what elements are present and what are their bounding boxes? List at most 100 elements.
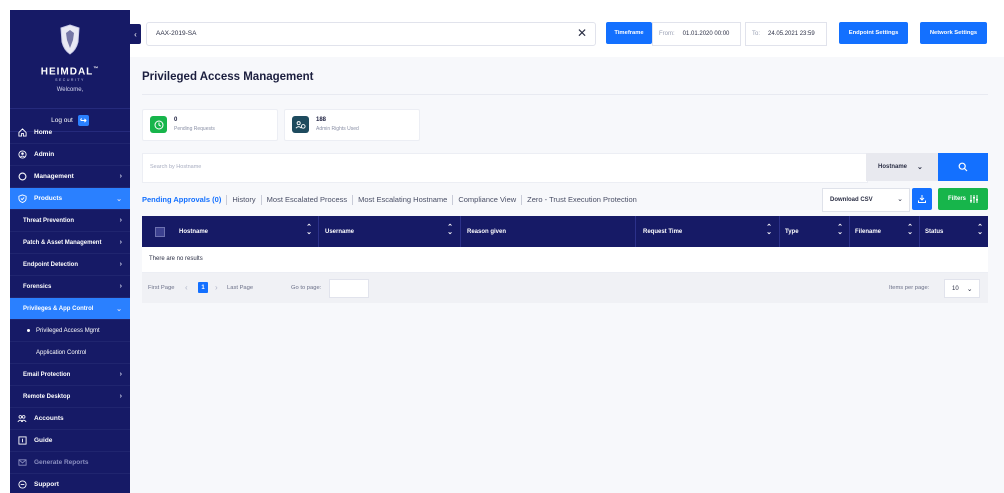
- stat-card-admin-rights: 188 Admin Rights Used: [284, 109, 420, 141]
- to-date-field[interactable]: To: 24.05.2021 23:59: [745, 22, 827, 46]
- divider: [919, 216, 920, 247]
- divider: [142, 94, 988, 95]
- search-icon: [958, 162, 968, 172]
- sidebar-item-home[interactable]: Home: [10, 122, 130, 144]
- column-request-time[interactable]: Request Time ⌃ ⌄: [643, 216, 776, 247]
- sidebar-item-accounts[interactable]: Accounts: [10, 408, 130, 430]
- column-reason[interactable]: Reason given: [467, 216, 632, 247]
- column-type[interactable]: Type ⌃ ⌄: [785, 216, 847, 247]
- chevron-right-icon: ›: [119, 173, 122, 180]
- filters-label: Filters: [947, 196, 966, 202]
- tab-most-escalating-hostname[interactable]: Most Escalating Hostname: [353, 195, 454, 205]
- tab-pending-approvals[interactable]: Pending Approvals (0): [142, 195, 228, 205]
- tab-compliance-view[interactable]: Compliance View: [453, 195, 523, 205]
- sidebar-item-privileged-access-mgmt[interactable]: Privileged Access Mgmt: [10, 320, 130, 342]
- tab-history[interactable]: History: [227, 195, 262, 205]
- sidebar-item-label: Generate Reports: [34, 459, 89, 466]
- column-status[interactable]: Status ⌃ ⌄: [925, 216, 987, 247]
- search-field-value: Hostname: [878, 164, 908, 170]
- sidebar-item-admin[interactable]: Admin: [10, 144, 130, 166]
- accounts-icon: [17, 414, 27, 424]
- items-per-page-select[interactable]: 10 ⌄: [944, 279, 980, 298]
- chevron-right-icon[interactable]: ›: [215, 283, 218, 292]
- sidebar-collapse-button[interactable]: ‹: [130, 24, 141, 44]
- column-filename[interactable]: Filename ⌃ ⌄: [855, 216, 917, 247]
- heimdal-logo-icon: [60, 24, 80, 55]
- hostname-value: AAX-2019-SA: [156, 30, 197, 37]
- brand-name: HEIMDAL™: [40, 66, 100, 78]
- goto-page-input[interactable]: [329, 279, 369, 298]
- first-page-link[interactable]: First Page: [148, 285, 174, 291]
- network-settings-button[interactable]: Network Settings: [920, 22, 987, 44]
- sidebar-item-label: Threat Prevention: [23, 217, 75, 224]
- sort-icon[interactable]: ⌃ ⌄: [766, 224, 772, 236]
- endpoint-settings-button[interactable]: Endpoint Settings: [839, 22, 908, 44]
- brand-sub: SECURITY: [55, 78, 85, 82]
- sidebar-item-label: Privileged Access Mgmt: [36, 327, 100, 334]
- sort-icon[interactable]: ⌃ ⌄: [837, 224, 843, 236]
- download-csv-select[interactable]: Download CSV ⌄: [822, 188, 910, 212]
- divider: [318, 216, 319, 247]
- sidebar-item-label: Products: [34, 195, 63, 202]
- filters-button[interactable]: Filters: [938, 188, 988, 210]
- tab-most-escalated-process[interactable]: Most Escalated Process: [262, 195, 354, 205]
- chevron-down-icon: ⌄: [966, 285, 973, 293]
- sidebar-item-email-protection[interactable]: Email Protection ›: [10, 364, 130, 386]
- search-input[interactable]: Search by Hostname: [142, 153, 868, 183]
- download-button[interactable]: [912, 188, 932, 210]
- sidebar-item-application-control[interactable]: Application Control: [10, 342, 130, 364]
- sidebar-item-forensics[interactable]: Forensics ›: [10, 276, 130, 298]
- column-label: Status: [925, 228, 944, 235]
- stat-card-pending: 0 Pending Requests: [142, 109, 278, 141]
- sort-icon[interactable]: ⌃ ⌄: [306, 224, 312, 236]
- sidebar-item-support[interactable]: Support: [10, 474, 130, 493]
- sidebar-item-label: Application Control: [36, 349, 87, 356]
- search-field-select[interactable]: Hostname ⌄: [866, 153, 938, 181]
- stat-value: 0: [174, 117, 178, 123]
- stat-label: Admin Rights Used: [316, 126, 359, 132]
- sidebar-item-generate-reports[interactable]: Generate Reports: [10, 452, 130, 474]
- admin-icon: [17, 150, 27, 160]
- sidebar-item-endpoint-detection[interactable]: Endpoint Detection ›: [10, 254, 130, 276]
- select-all-checkbox[interactable]: [155, 227, 165, 237]
- sidebar-item-label: Forensics: [23, 283, 52, 290]
- column-hostname[interactable]: Hostname ⌃ ⌄: [179, 216, 316, 247]
- from-date-field[interactable]: From: 01.01.2020 00:00: [652, 22, 741, 46]
- column-label: Reason given: [467, 228, 507, 235]
- sidebar-item-privileges-app-control[interactable]: Privileges & App Control ⌄: [10, 298, 130, 320]
- from-label: From:: [659, 31, 675, 37]
- sort-icon[interactable]: ⌃ ⌄: [977, 224, 983, 236]
- sort-icon[interactable]: ⌃ ⌄: [907, 224, 913, 236]
- sidebar-item-label: Management: [34, 173, 74, 180]
- column-label: Request Time: [643, 228, 683, 235]
- column-username[interactable]: Username ⌃ ⌄: [325, 216, 457, 247]
- from-value: 01.01.2020 00:00: [682, 31, 730, 37]
- hostname-input[interactable]: AAX-2019-SA ✕: [146, 22, 596, 46]
- sidebar-item-label: Privileges & App Control: [23, 305, 94, 312]
- sidebar-item-management[interactable]: Management ›: [10, 166, 130, 188]
- sidebar-item-products[interactable]: Products ⌄: [10, 188, 130, 210]
- management-icon: [17, 172, 27, 182]
- tab-zero-trust[interactable]: Zero - Trust Execution Protection: [522, 195, 642, 205]
- divider: [849, 216, 850, 247]
- sidebar-item-patch-asset[interactable]: Patch & Asset Management ›: [10, 232, 130, 254]
- sort-icon[interactable]: ⌃ ⌄: [447, 224, 453, 236]
- divider: [635, 216, 636, 247]
- divider: [460, 216, 461, 247]
- sidebar-item-remote-desktop[interactable]: Remote Desktop ›: [10, 386, 130, 408]
- sidebar-item-threat-prevention[interactable]: Threat Prevention ›: [10, 210, 130, 232]
- search-button[interactable]: [938, 153, 988, 181]
- pagination: First Page ‹ 1 › Last Page Go to page: I…: [142, 273, 988, 303]
- page-number[interactable]: 1: [198, 282, 208, 293]
- close-icon[interactable]: ✕: [577, 26, 587, 40]
- sidebar-item-guide[interactable]: Guide: [10, 430, 130, 452]
- chevron-right-icon: ›: [119, 217, 122, 224]
- welcome-text: Welcome,: [56, 87, 84, 93]
- stat-value: 188: [316, 117, 327, 123]
- chevron-right-icon: ›: [119, 261, 122, 268]
- goto-label: Go to page:: [291, 285, 322, 291]
- chevron-left-icon[interactable]: ‹: [185, 283, 188, 292]
- timeframe-button[interactable]: Timeframe: [606, 22, 652, 44]
- shield-icon: [17, 194, 27, 204]
- last-page-link[interactable]: Last Page: [227, 285, 253, 291]
